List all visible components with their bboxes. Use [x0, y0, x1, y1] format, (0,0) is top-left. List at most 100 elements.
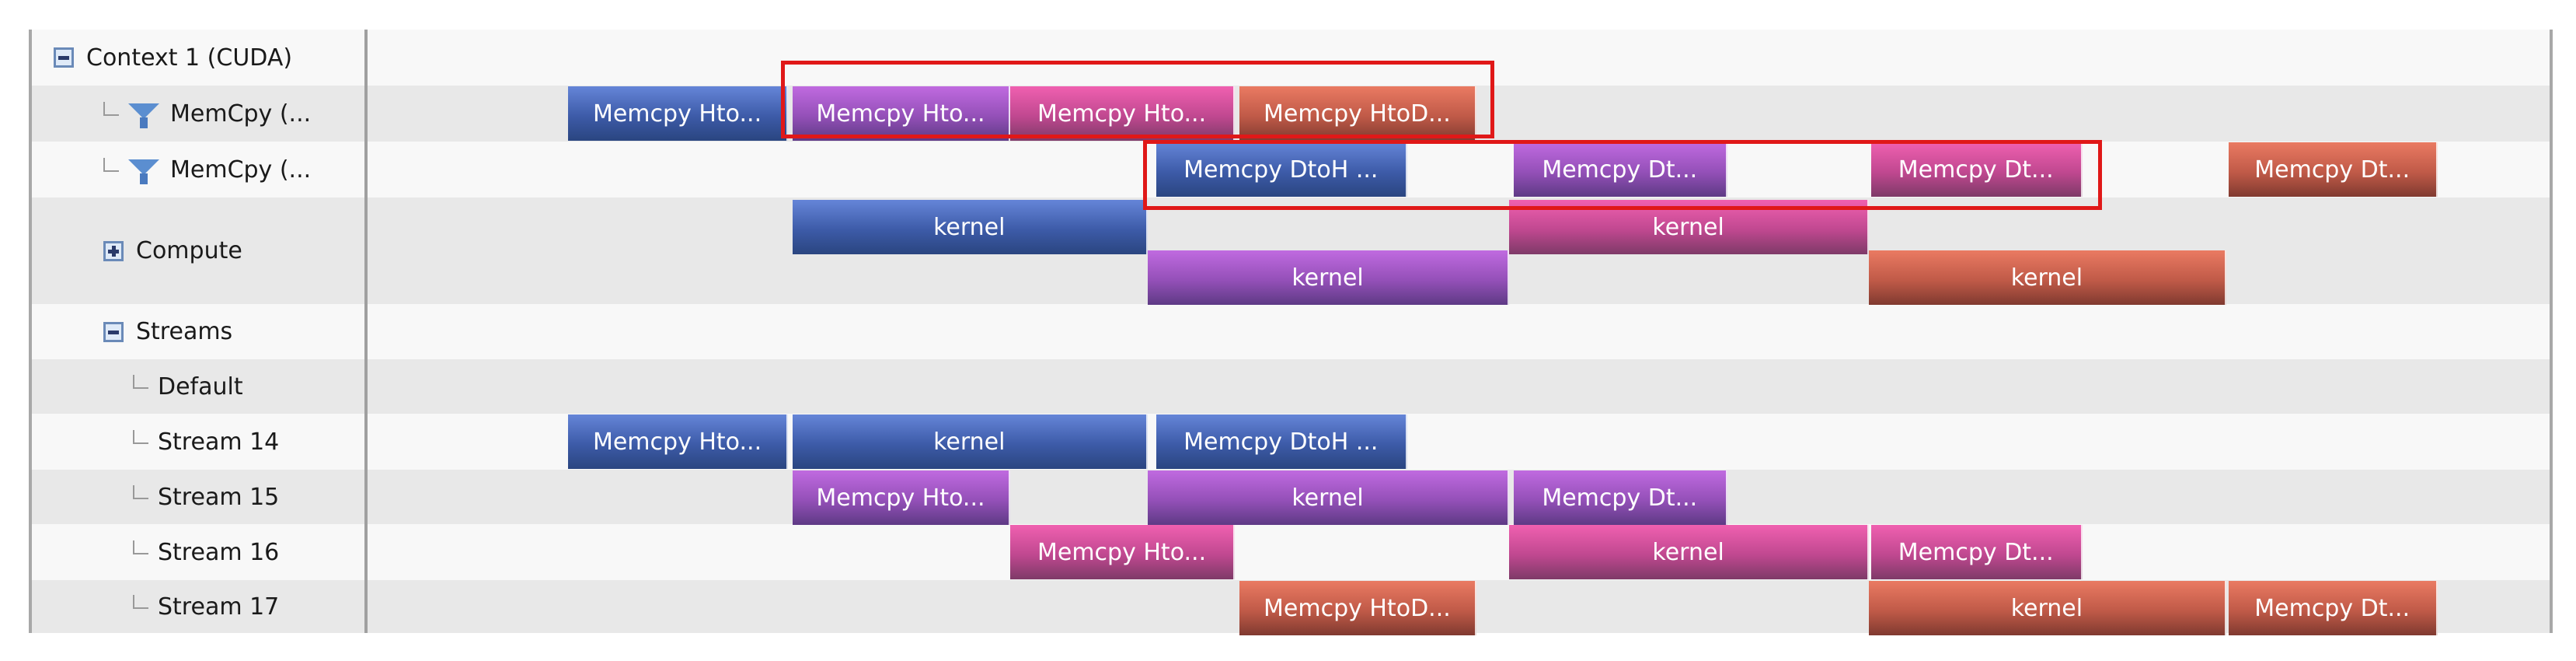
- collapse-minus-icon[interactable]: [103, 321, 124, 342]
- bar-label: kernel: [933, 213, 1006, 241]
- tree-row-label[interactable]: Stream 17: [133, 580, 279, 633]
- bar-label: Memcpy Dt...: [1542, 484, 1698, 512]
- tree-row[interactable]: Stream 15: [32, 470, 364, 524]
- memcpy-bar[interactable]: Memcpy DtoH ...: [1156, 414, 1407, 469]
- timeline-row: [368, 524, 2550, 580]
- tree-row-label[interactable]: Default: [133, 359, 243, 414]
- bar-label: Memcpy Dt...: [2254, 594, 2410, 622]
- tree-row-text: Compute: [136, 237, 242, 264]
- memcpy-bar[interactable]: Memcpy Hto...: [567, 414, 789, 469]
- memcpy-bar[interactable]: Memcpy HtoD...: [1239, 581, 1477, 635]
- tree-elbow-icon: [133, 595, 148, 609]
- kernel-bar[interactable]: kernel: [792, 200, 1148, 254]
- bar-label: Memcpy Dt...: [1898, 538, 2054, 566]
- tree-elbow-icon: [133, 430, 148, 444]
- bar-label: Memcpy Hto...: [592, 428, 762, 456]
- bar-label: Memcpy DtoH ...: [1183, 156, 1379, 184]
- bar-label: Memcpy HtoD...: [1264, 100, 1451, 128]
- memcpy-bar[interactable]: Memcpy Dt...: [2228, 142, 2438, 197]
- bar-label: Memcpy Hto...: [1037, 100, 1207, 128]
- tree-row-text: Stream 16: [158, 538, 280, 566]
- tree-row[interactable]: MemCpy (...: [32, 86, 364, 142]
- tree-row[interactable]: Context 1 (CUDA): [32, 30, 364, 86]
- tree-row-text: Default: [158, 372, 243, 400]
- memcpy-bar[interactable]: Memcpy DtoH ...: [1156, 142, 1407, 197]
- collapse-minus-icon[interactable]: [54, 47, 74, 68]
- tree-row-label[interactable]: Stream 16: [133, 524, 279, 580]
- tree-row-text: Stream 14: [158, 428, 280, 456]
- timeline-row: [368, 142, 2550, 198]
- bar-label: Memcpy Dt...: [2254, 156, 2410, 184]
- bar-label: kernel: [933, 428, 1006, 456]
- memcpy-bar[interactable]: Memcpy Dt...: [1870, 525, 2083, 579]
- timeline-chart-area: Memcpy Hto... Memcpy Hto... Memcpy Hto... M…: [368, 30, 2550, 635]
- kernel-bar[interactable]: kernel: [1147, 250, 1510, 305]
- memcpy-bar[interactable]: Memcpy Hto...: [1010, 86, 1235, 141]
- tree-row-label[interactable]: Stream 15: [133, 470, 279, 524]
- tree-row-label[interactable]: Streams: [103, 304, 232, 359]
- timeline-view: Context 1 (CUDA) MemCpy (... MemCpy (... Co…: [29, 30, 2553, 635]
- bar-label: Memcpy Hto...: [1037, 538, 1207, 566]
- memcpy-bar[interactable]: Memcpy Dt...: [1513, 470, 1727, 525]
- memcpy-bar[interactable]: Memcpy Hto...: [567, 86, 789, 141]
- bar-label: kernel: [1291, 264, 1364, 292]
- kernel-bar[interactable]: kernel: [1868, 581, 2226, 635]
- tree-row[interactable]: Default: [32, 359, 364, 414]
- tree-row[interactable]: MemCpy (...: [32, 142, 364, 198]
- memcpy-bar[interactable]: Memcpy Dt...: [1513, 142, 1727, 197]
- kernel-bar[interactable]: kernel: [792, 414, 1148, 469]
- bar-label: Memcpy Hto...: [816, 484, 985, 512]
- icon-stroke: [108, 330, 119, 334]
- tree-row[interactable]: Stream 17: [32, 580, 364, 633]
- timeline-row: [368, 30, 2550, 86]
- bar-label: Memcpy Dt...: [1542, 156, 1698, 184]
- memcpy-bar[interactable]: Memcpy Dt...: [2228, 581, 2438, 635]
- memcpy-bar[interactable]: Memcpy Hto...: [1010, 525, 1235, 579]
- tree-elbow-icon: [103, 102, 119, 116]
- icon-stroke: [112, 245, 116, 257]
- tree-elbow-icon: [133, 375, 148, 389]
- filter-funnel-icon[interactable]: [128, 103, 159, 128]
- tree-row-label[interactable]: Compute: [103, 198, 242, 304]
- tree-row-text: MemCpy (...: [170, 100, 312, 128]
- bar-label: kernel: [1652, 538, 1724, 566]
- tree-row[interactable]: Stream 14: [32, 414, 364, 470]
- bar-label: Memcpy Hto...: [816, 100, 985, 128]
- bar-label: Memcpy DtoH ...: [1183, 428, 1379, 456]
- tree-row-text: Streams: [136, 318, 233, 345]
- bar-label: Memcpy HtoD...: [1264, 594, 1451, 622]
- bar-label: Memcpy Dt...: [1898, 156, 2054, 184]
- memcpy-bar[interactable]: Memcpy Hto...: [792, 86, 1011, 141]
- kernel-bar[interactable]: kernel: [1509, 525, 1869, 579]
- tree-elbow-icon: [133, 485, 148, 499]
- kernel-bar[interactable]: kernel: [1147, 470, 1510, 525]
- memcpy-bar[interactable]: Memcpy HtoD...: [1239, 86, 1477, 141]
- timeline-row: [368, 359, 2550, 414]
- kernel-bar[interactable]: kernel: [1868, 250, 2226, 305]
- tree-row-label[interactable]: Context 1 (CUDA): [54, 30, 292, 86]
- icon-stroke: [58, 56, 69, 60]
- tree-elbow-icon: [133, 540, 148, 554]
- memcpy-bar[interactable]: Memcpy Hto...: [792, 470, 1011, 525]
- tree-elbow-icon: [103, 158, 119, 172]
- bar-label: kernel: [1291, 484, 1364, 512]
- kernel-bar[interactable]: kernel: [1509, 200, 1869, 254]
- bar-label: kernel: [1652, 213, 1724, 241]
- memcpy-bar[interactable]: Memcpy Dt...: [1870, 142, 2083, 197]
- tree-row-text: Stream 17: [158, 593, 280, 621]
- filter-funnel-icon[interactable]: [128, 159, 159, 184]
- expand-plus-icon[interactable]: [103, 240, 124, 261]
- tree-row-label[interactable]: MemCpy (...: [103, 142, 311, 198]
- bar-label: kernel: [2010, 264, 2083, 292]
- tree-row-text: Stream 15: [158, 483, 280, 511]
- tree-row[interactable]: Streams: [32, 304, 364, 359]
- tree-row-label[interactable]: MemCpy (...: [103, 86, 311, 142]
- tree-row[interactable]: Stream 16: [32, 524, 364, 580]
- tree-row-text: Context 1 (CUDA): [86, 44, 293, 72]
- timeline-tree-panel: Context 1 (CUDA) MemCpy (... MemCpy (... Co…: [32, 30, 368, 633]
- bar-label: kernel: [2010, 594, 2083, 622]
- bar-label: Memcpy Hto...: [592, 100, 762, 128]
- tree-row-label[interactable]: Stream 14: [133, 414, 279, 470]
- timeline-row: [368, 304, 2550, 359]
- tree-row[interactable]: Compute: [32, 198, 364, 304]
